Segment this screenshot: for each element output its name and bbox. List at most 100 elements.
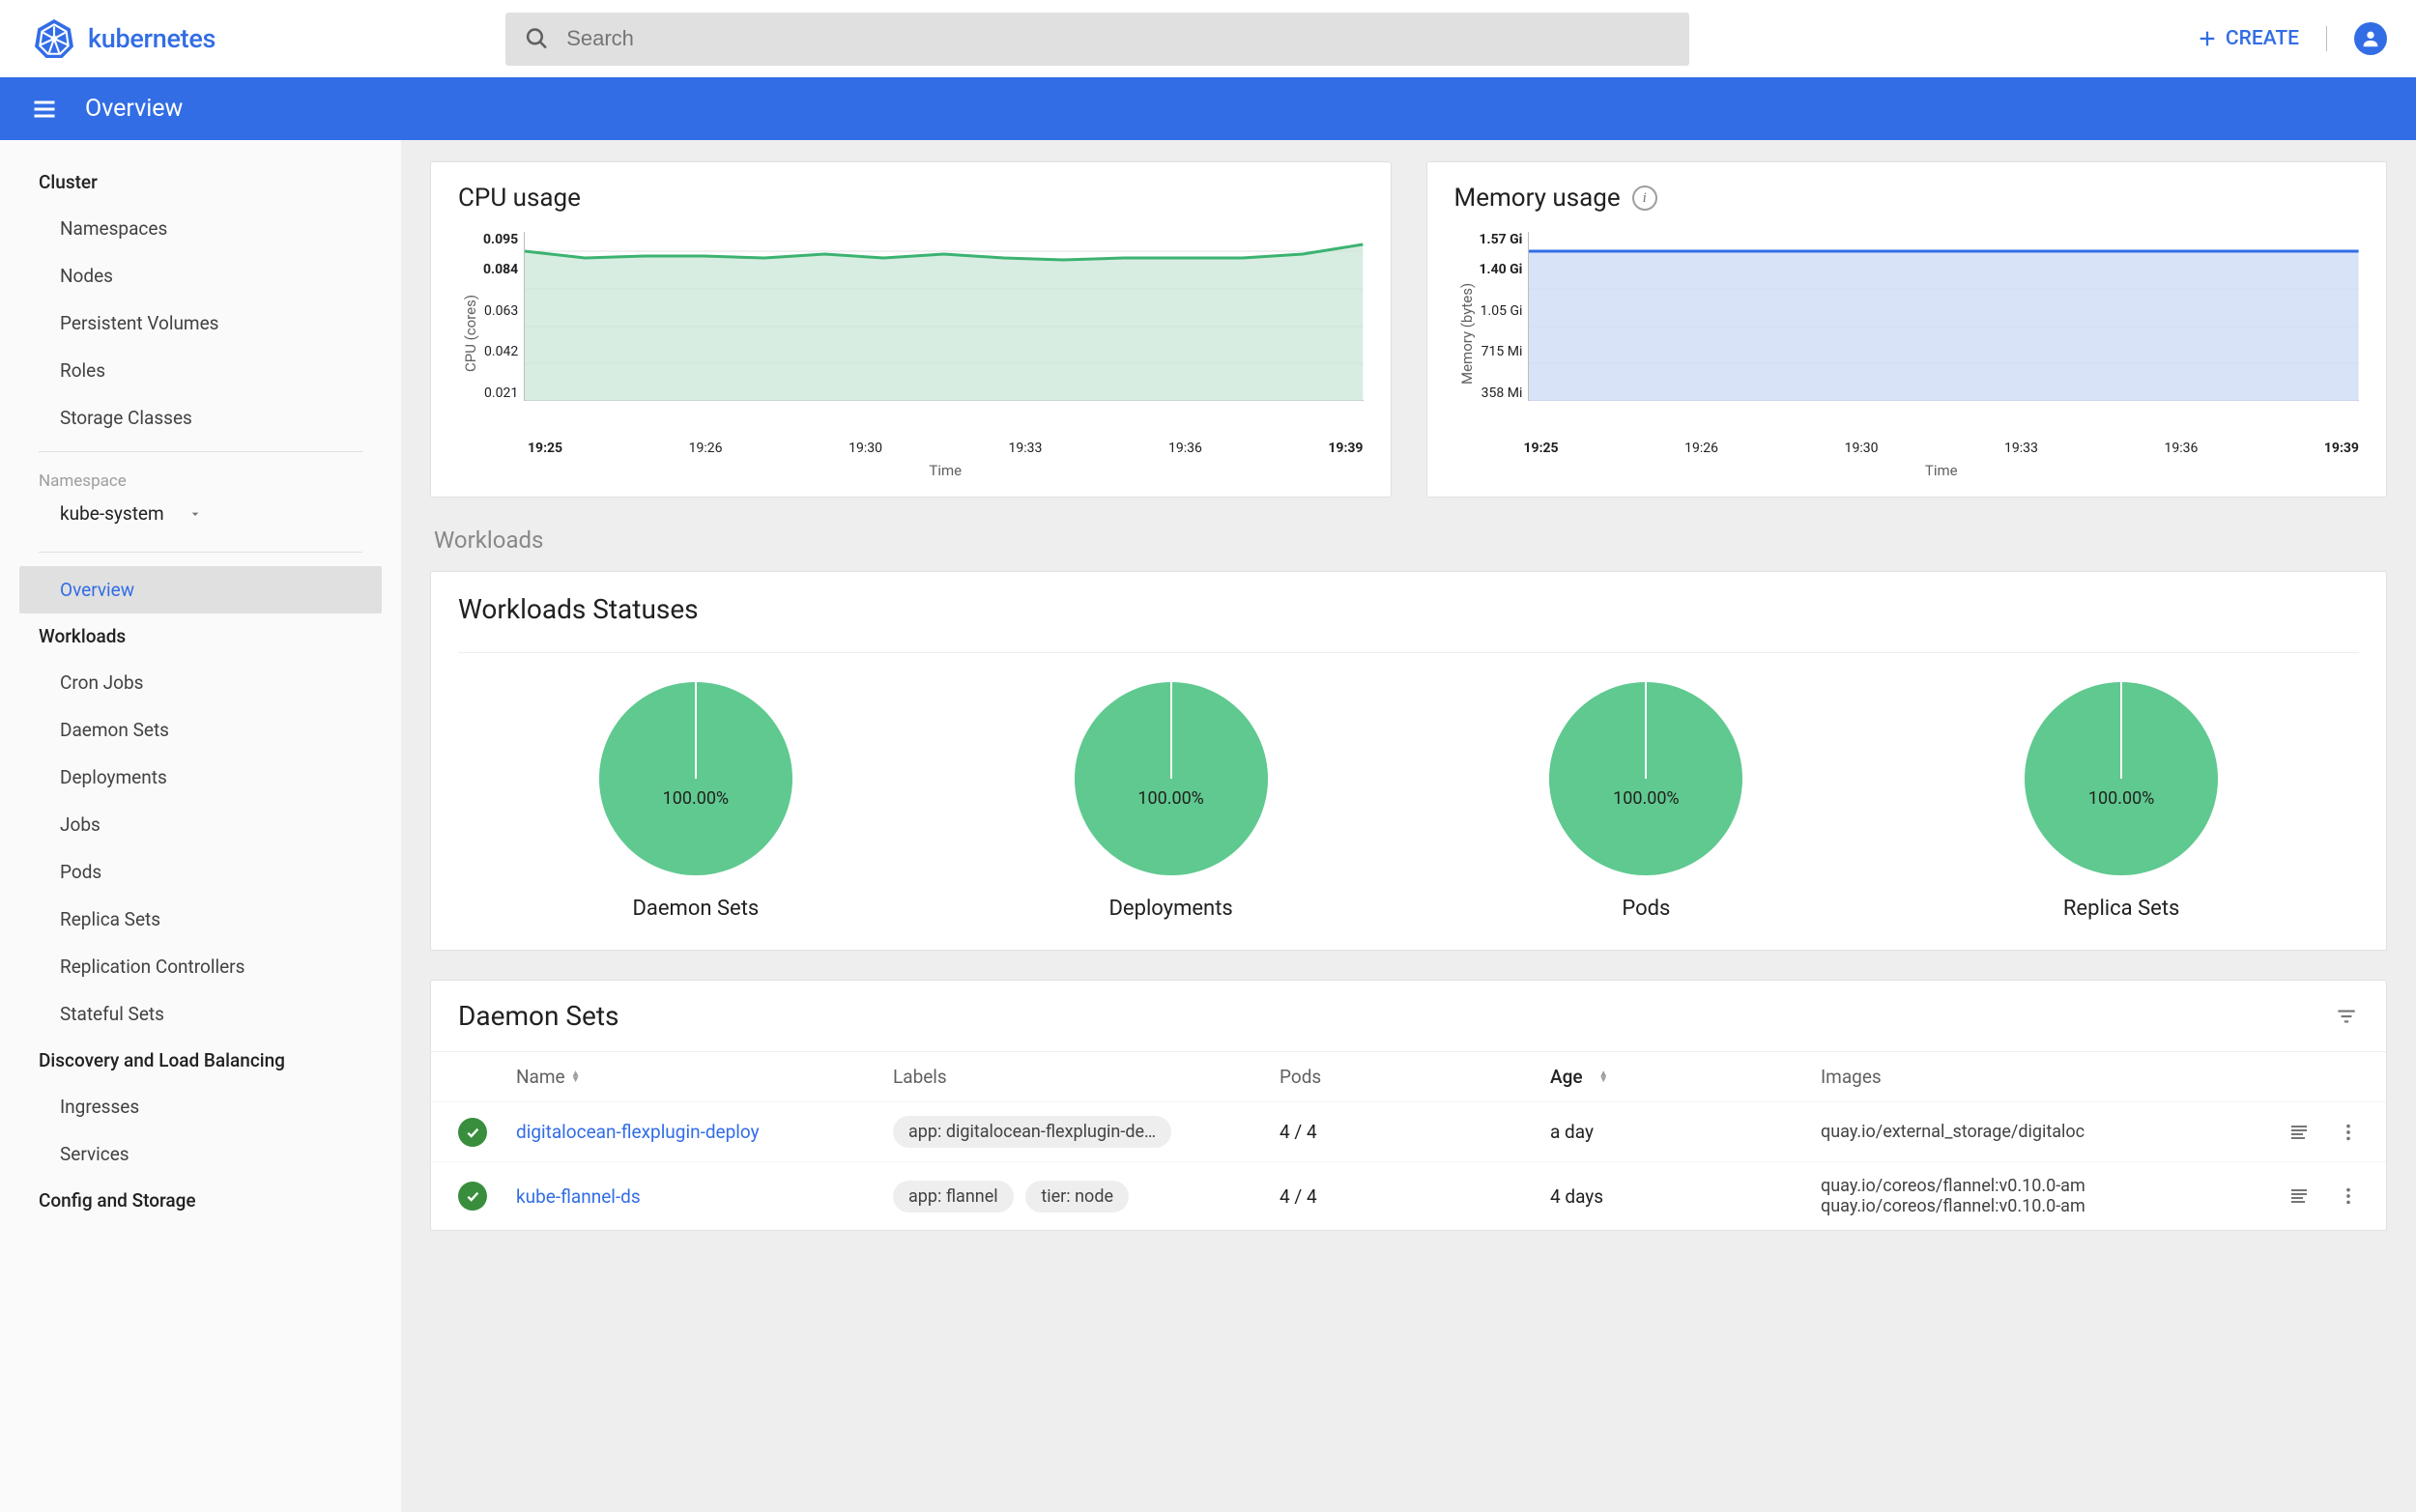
info-icon[interactable]: i <box>1632 185 1657 211</box>
logo-text: kubernetes <box>88 23 216 54</box>
chevron-down-icon <box>187 506 203 522</box>
memory-chart-card: Memory usage i Memory (bytes) 1.57 Gi 1.… <box>1426 161 2388 498</box>
status-ok-icon <box>458 1118 487 1147</box>
label-chip: tier: node <box>1025 1181 1129 1212</box>
mem-plot <box>1528 232 2359 401</box>
search-input[interactable] <box>566 26 1670 51</box>
age-value: 4 days <box>1550 1185 1821 1208</box>
status-daemon-sets: 100.00% Daemon Sets <box>599 682 792 921</box>
sidebar-item-overview[interactable]: Overview <box>19 566 382 613</box>
sort-icon: ▲▼ <box>571 1071 581 1083</box>
workloads-section-label: Workloads <box>434 527 2387 554</box>
namespace-label: Namespace <box>0 466 401 495</box>
mem-x-label: Time <box>1524 462 2360 479</box>
sidebar-item-stateful-sets[interactable]: Stateful Sets <box>0 990 401 1038</box>
filter-button[interactable] <box>2334 1004 2359 1029</box>
cpu-x-ticks: 19:2519:2619:3019:3319:3619:39 <box>528 441 1364 456</box>
sidebar-item-persistent-volumes[interactable]: Persistent Volumes <box>0 300 401 347</box>
sidebar-item-replica-sets[interactable]: Replica Sets <box>0 896 401 943</box>
status-pods: 100.00% Pods <box>1549 682 1742 921</box>
daemon-sets-card: Daemon Sets Name▲▼ Labels Pods Age ▲▼ Im… <box>430 980 2387 1231</box>
sidebar-section-config: Config and Storage <box>0 1178 401 1223</box>
cpu-x-label: Time <box>528 462 1364 479</box>
namespace-value: kube-system <box>60 502 164 525</box>
person-icon <box>2360 28 2381 49</box>
col-age[interactable]: Age ▲▼ <box>1550 1066 1821 1088</box>
search-box[interactable] <box>505 13 1689 66</box>
status-ok-icon <box>458 1182 487 1211</box>
sidebar-item-pods[interactable]: Pods <box>0 848 401 896</box>
daemon-set-link[interactable]: kube-flannel-ds <box>516 1185 641 1208</box>
logs-icon <box>2287 1184 2311 1208</box>
sidebar-section-cluster: Cluster <box>0 159 401 205</box>
sidebar-item-storage-classes[interactable]: Storage Classes <box>0 394 401 442</box>
pods-value: 4 / 4 <box>1280 1121 1550 1143</box>
user-avatar[interactable] <box>2354 22 2387 55</box>
topbar: kubernetes CREATE <box>0 0 2416 77</box>
sidebar-item-roles[interactable]: Roles <box>0 347 401 394</box>
pie-chart: 100.00% <box>2025 682 2218 875</box>
cpu-chart-title: CPU usage <box>458 184 1364 213</box>
daemon-set-link[interactable]: digitalocean-flexplugin-deploy <box>516 1121 760 1143</box>
kubernetes-logo-icon <box>34 18 74 59</box>
col-images[interactable]: Images <box>1821 1066 2243 1088</box>
hamburger-icon <box>31 96 58 123</box>
sidebar-item-cron-jobs[interactable]: Cron Jobs <box>0 659 401 706</box>
more-vert-icon <box>2338 1122 2359 1143</box>
create-button[interactable]: CREATE <box>2197 27 2299 50</box>
age-value: a day <box>1550 1121 1821 1143</box>
sidebar-section-workloads: Workloads <box>0 613 401 659</box>
workload-statuses-title: Workloads Statuses <box>458 593 2359 625</box>
search-icon <box>525 26 549 51</box>
col-labels[interactable]: Labels <box>893 1066 1280 1088</box>
cpu-plot <box>524 232 1363 401</box>
sidebar-section-discovery: Discovery and Load Balancing <box>0 1038 401 1083</box>
mem-y-label: Memory (bytes) <box>1454 232 1480 435</box>
table-row: kube-flannel-ds app: flannel tier: node … <box>431 1161 2386 1230</box>
content: CPU usage CPU (cores) 0.095 0.084 0.063 … <box>401 140 2416 1512</box>
sidebar-item-ingresses[interactable]: Ingresses <box>0 1083 401 1130</box>
col-pods[interactable]: Pods <box>1280 1066 1550 1088</box>
more-button[interactable] <box>2338 1185 2359 1207</box>
pie-chart: 100.00% <box>1075 682 1268 875</box>
table-row: digitalocean-flexplugin-deploy app: digi… <box>431 1101 2386 1161</box>
sidebar-item-replication-controllers[interactable]: Replication Controllers <box>0 943 401 990</box>
sidebar: Cluster Namespaces Nodes Persistent Volu… <box>0 140 401 1512</box>
status-deployments: 100.00% Deployments <box>1075 682 1268 921</box>
sidebar-item-namespaces[interactable]: Namespaces <box>0 205 401 252</box>
table-header: Name▲▼ Labels Pods Age ▲▼ Images <box>431 1051 2386 1101</box>
sidebar-item-daemon-sets[interactable]: Daemon Sets <box>0 706 401 754</box>
cpu-y-label: CPU (cores) <box>458 232 483 435</box>
logs-button[interactable] <box>2287 1121 2311 1144</box>
sidebar-item-jobs[interactable]: Jobs <box>0 801 401 848</box>
cpu-y-ticks: 0.095 0.084 0.063 0.042 0.021 <box>483 232 524 401</box>
menu-toggle[interactable] <box>31 96 58 123</box>
col-name[interactable]: Name▲▼ <box>516 1066 893 1088</box>
more-vert-icon <box>2338 1185 2359 1207</box>
divider <box>2326 26 2327 51</box>
images-value: quay.io/coreos/flannel:v0.10.0-am quay.i… <box>1821 1176 2243 1216</box>
pods-value: 4 / 4 <box>1280 1185 1550 1208</box>
logo[interactable]: kubernetes <box>34 18 216 59</box>
divider <box>39 552 362 553</box>
label-chip: app: digitalocean-flexplugin-de… <box>893 1116 1171 1148</box>
divider <box>39 451 362 452</box>
subheader: Overview <box>0 77 2416 140</box>
filter-icon <box>2334 1004 2359 1029</box>
namespace-select[interactable]: kube-system <box>0 495 401 542</box>
sort-icon: ▲▼ <box>1598 1071 1608 1083</box>
plus-icon <box>2197 28 2218 49</box>
pie-chart: 100.00% <box>599 682 792 875</box>
more-button[interactable] <box>2338 1122 2359 1143</box>
mem-y-ticks: 1.57 Gi 1.40 Gi 1.05 Gi 715 Mi 358 Mi <box>1480 232 1529 401</box>
mem-x-ticks: 19:2519:2619:3019:3319:3619:39 <box>1524 441 2360 456</box>
page-title: Overview <box>85 95 183 123</box>
logs-button[interactable] <box>2287 1184 2311 1208</box>
sidebar-item-nodes[interactable]: Nodes <box>0 252 401 300</box>
sidebar-item-services[interactable]: Services <box>0 1130 401 1178</box>
workload-statuses-card: Workloads Statuses 100.00% Daemon Sets 1… <box>430 571 2387 951</box>
cpu-chart-card: CPU usage CPU (cores) 0.095 0.084 0.063 … <box>430 161 1392 498</box>
daemon-sets-title: Daemon Sets <box>458 1000 618 1032</box>
images-value: quay.io/external_storage/digitaloc <box>1821 1122 2243 1142</box>
sidebar-item-deployments[interactable]: Deployments <box>0 754 401 801</box>
